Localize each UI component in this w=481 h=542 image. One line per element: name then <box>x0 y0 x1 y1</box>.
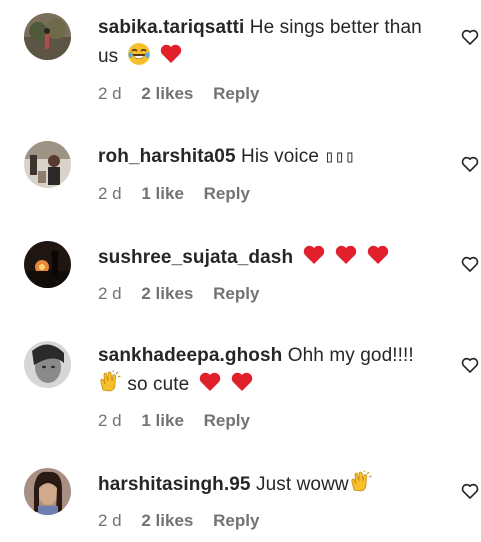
red-heart-emoji-icon <box>230 370 254 394</box>
comment-likes[interactable]: 1 like <box>141 411 184 430</box>
comment-time: 2 d <box>98 411 122 430</box>
comment-likes[interactable]: 2 likes <box>141 511 193 530</box>
comment-time: 2 d <box>98 184 122 203</box>
reply-button[interactable]: Reply <box>213 511 259 530</box>
comment-username[interactable]: roh_harshita05 <box>98 146 236 167</box>
avatar[interactable] <box>24 468 71 515</box>
comment-likes[interactable]: 2 likes <box>141 84 193 103</box>
heart-outline-icon[interactable] <box>460 355 480 375</box>
comment-meta: 2 d 2 likes Reply <box>98 284 274 304</box>
comment-body: roh_harshita05 His voice ▯▯▯ <box>98 143 438 171</box>
comment-body: harshitasingh.95 Just woww <box>98 470 438 499</box>
comment-text: Ohh my god!!!! <box>287 345 414 366</box>
reply-button[interactable]: Reply <box>204 411 250 430</box>
laughing-emoji-icon <box>127 42 151 66</box>
comment-body: sushree_sujata_dash <box>98 243 438 272</box>
avatar[interactable] <box>24 141 71 188</box>
comment-time: 2 d <box>98 84 122 103</box>
heart-outline-icon[interactable] <box>460 154 480 174</box>
red-heart-emoji-icon <box>302 243 326 267</box>
heart-outline-icon[interactable] <box>460 27 480 47</box>
avatar[interactable] <box>24 341 71 388</box>
comment-text: His voice <box>241 146 319 167</box>
reply-button[interactable]: Reply <box>204 184 250 203</box>
red-heart-emoji-icon <box>198 370 222 394</box>
red-heart-emoji-icon <box>334 243 358 267</box>
comment-meta: 2 d 1 like Reply <box>98 184 265 204</box>
comment-time: 2 d <box>98 511 122 530</box>
comment-username[interactable]: sushree_sujata_dash <box>98 247 293 268</box>
comment-likes[interactable]: 1 like <box>141 184 184 203</box>
comment-unrendered-glyphs: ▯▯▯ <box>324 147 356 167</box>
clapping-hands-emoji-icon <box>98 370 122 394</box>
avatar[interactable] <box>24 13 71 60</box>
comment-time: 2 d <box>98 284 122 303</box>
comment-likes[interactable]: 2 likes <box>141 284 193 303</box>
comment-body: sabika.tariqsatti He sings better than u… <box>98 14 438 71</box>
comment-meta: 2 d 2 likes Reply <box>98 511 274 531</box>
comment-meta: 2 d 1 like Reply <box>98 411 265 431</box>
avatar[interactable] <box>24 241 71 288</box>
clapping-hands-emoji-icon <box>349 470 373 494</box>
red-heart-emoji-icon <box>159 42 183 66</box>
red-heart-emoji-icon <box>366 243 390 267</box>
heart-outline-icon[interactable] <box>460 481 480 501</box>
reply-button[interactable]: Reply <box>213 284 259 303</box>
heart-outline-icon[interactable] <box>460 254 480 274</box>
comment-username[interactable]: sabika.tariqsatti <box>98 17 244 38</box>
comment-text-line2: so cute <box>127 374 190 395</box>
reply-button[interactable]: Reply <box>213 84 259 103</box>
comment-body: sankhadeepa.ghosh Ohh my god!!!! so cute <box>98 342 438 399</box>
comment-username[interactable]: sankhadeepa.ghosh <box>98 345 282 366</box>
comment-text: Just woww <box>255 474 349 495</box>
comment-meta: 2 d 2 likes Reply <box>98 84 274 104</box>
comment-username[interactable]: harshitasingh.95 <box>98 474 251 495</box>
